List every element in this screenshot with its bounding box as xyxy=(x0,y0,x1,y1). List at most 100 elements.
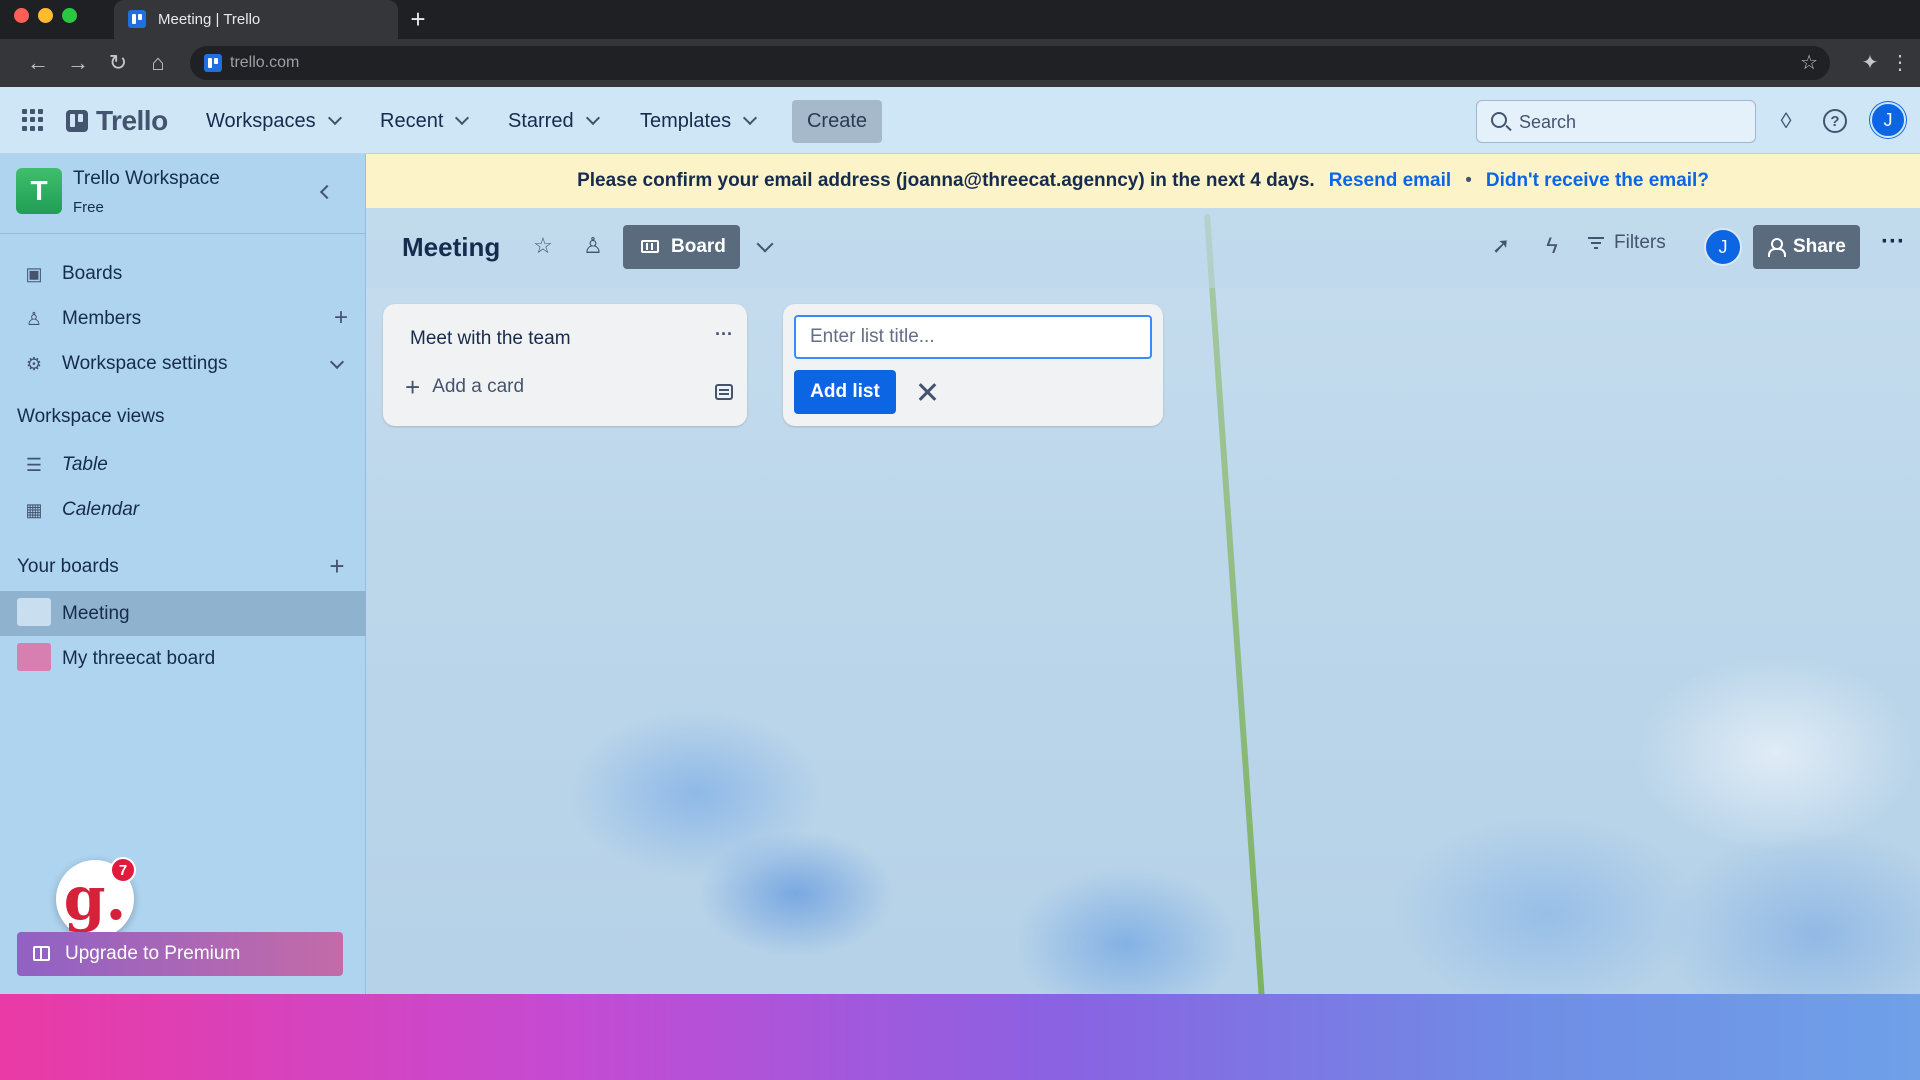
new-tab-button[interactable]: + xyxy=(404,5,432,33)
your-boards-heading: Your boards xyxy=(17,556,119,577)
table-icon: ☰ xyxy=(25,455,43,475)
card-template-icon[interactable] xyxy=(715,384,733,400)
sidebar-board-my-threecat-board[interactable]: My threecat board xyxy=(0,636,366,681)
trello-logo-icon xyxy=(66,110,88,132)
automation-lightning-icon[interactable]: ϟ xyxy=(1538,232,1566,260)
nav-recent[interactable]: Recent xyxy=(374,105,473,137)
list-title-input[interactable] xyxy=(794,315,1152,359)
reload-icon[interactable]: ↻ xyxy=(104,49,132,77)
gear-icon: ⚙ xyxy=(25,354,43,374)
app-switcher-icon[interactable] xyxy=(22,109,44,131)
browser-menu-icon[interactable]: ⋮ xyxy=(1890,49,1910,77)
workspace-logo: T xyxy=(16,168,62,214)
back-icon[interactable]: ← xyxy=(24,49,52,77)
nav-templates[interactable]: Templates xyxy=(634,105,761,137)
list-title[interactable]: Meet with the team xyxy=(410,328,571,350)
sidebar-item-label: Calendar xyxy=(62,499,140,520)
home-icon[interactable]: ⌂ xyxy=(144,49,172,77)
browser-tab-bar: Meeting | Trello + xyxy=(0,0,1920,39)
workspace-name[interactable]: Trello Workspace xyxy=(73,168,220,190)
banner-message: Please confirm your email address (joann… xyxy=(577,170,1315,191)
power-ups-rocket-icon[interactable]: ➚ xyxy=(1487,232,1515,260)
board-thumbnail xyxy=(17,643,51,671)
board-thumbnail xyxy=(17,598,51,626)
board-menu-button[interactable]: ··· xyxy=(1878,230,1908,260)
forward-icon[interactable]: → xyxy=(64,49,92,77)
bottom-gradient-strip xyxy=(0,994,1920,1080)
board-member-avatar[interactable]: J xyxy=(1704,228,1742,266)
add-member-icon[interactable]: + xyxy=(330,306,352,330)
extensions-puzzle-icon[interactable]: ✦ xyxy=(1856,49,1884,77)
bookmark-star-icon[interactable]: ☆ xyxy=(1800,50,1818,75)
create-button[interactable]: Create xyxy=(792,100,882,143)
workspace-visibility-icon[interactable]: ♙ xyxy=(579,232,607,260)
nav-workspaces[interactable]: Workspaces xyxy=(200,105,346,137)
collapse-sidebar-icon[interactable] xyxy=(316,182,336,202)
sidebar-item-boards[interactable]: ▣ Boards xyxy=(0,253,366,295)
add-list-button[interactable]: Add list xyxy=(794,370,896,414)
window-minimize-button[interactable] xyxy=(38,8,53,23)
sidebar-board-label: Meeting xyxy=(62,602,130,624)
workspace-header: T Trello Workspace Free xyxy=(0,154,366,234)
add-person-icon xyxy=(1767,237,1786,257)
nav-starred[interactable]: Starred xyxy=(502,105,604,137)
filter-icon xyxy=(1588,237,1604,249)
sidebar-item-members[interactable]: ♙ Members + xyxy=(0,298,366,340)
close-icon[interactable] xyxy=(915,380,939,404)
trello-logo-text: Trello xyxy=(96,105,168,136)
workspace-plan: Free xyxy=(73,199,104,216)
chevron-down-icon xyxy=(455,110,470,126)
tab-title: Meeting | Trello xyxy=(158,11,261,28)
board-view-icon xyxy=(641,240,659,253)
sidebar-item-label: Table xyxy=(62,454,108,475)
add-card-button[interactable]: + Add a card xyxy=(405,372,525,402)
board-title[interactable]: Meeting xyxy=(402,232,500,263)
share-button[interactable]: Share xyxy=(1753,225,1860,269)
sidebar-item-table[interactable]: ☰ Table xyxy=(0,444,366,486)
sidebar-item-workspace-settings[interactable]: ⚙ Workspace settings xyxy=(0,343,366,385)
nav-starred-label: Starred xyxy=(508,109,574,132)
nav-recent-label: Recent xyxy=(380,109,444,132)
chevron-down-icon xyxy=(743,110,758,126)
sidebar-board-meeting[interactable]: Meeting xyxy=(0,591,366,636)
chevron-down-icon[interactable] xyxy=(756,235,774,253)
address-bar[interactable]: trello.com ☆ xyxy=(190,46,1830,80)
filters-button[interactable]: Filters xyxy=(1588,232,1666,254)
nav-templates-label: Templates xyxy=(640,109,732,132)
window-maximize-button[interactable] xyxy=(62,8,77,23)
browser-tab[interactable]: Meeting | Trello xyxy=(114,0,398,39)
board-view-label: Board xyxy=(671,236,726,257)
email-confirmation-banner: Please confirm your email address (joann… xyxy=(366,154,1920,208)
sidebar-item-label: Boards xyxy=(62,263,123,284)
window-close-button[interactable] xyxy=(14,8,29,23)
background-flower-stem xyxy=(1204,213,1266,994)
list-column: Meet with the team ··· + Add a card xyxy=(383,304,747,426)
board-view-button[interactable]: Board xyxy=(623,225,740,269)
sidebar-board-label: My threecat board xyxy=(62,647,216,669)
url-text: trello.com xyxy=(230,54,300,71)
trello-logo[interactable]: Trello xyxy=(66,104,168,138)
upgrade-premium-button[interactable]: Upgrade to Premium xyxy=(17,932,343,976)
calendar-icon: ▦ xyxy=(25,500,43,520)
trello-header: Trello Workspaces Recent Starred Templat… xyxy=(0,87,1920,154)
star-icon[interactable]: ☆ xyxy=(529,232,557,260)
notifications-icon[interactable]: ◊ xyxy=(1770,105,1802,137)
search-input[interactable]: Search xyxy=(1476,100,1756,143)
help-icon[interactable]: ? xyxy=(1823,109,1847,133)
add-card-label: Add a card xyxy=(432,376,525,397)
board-header: Meeting ☆ ♙ Board ➚ ϟ Filters J Share ··… xyxy=(366,208,1920,288)
sidebar-item-label: Members xyxy=(62,308,142,329)
list-actions-button[interactable]: ··· xyxy=(715,324,733,345)
chevron-down-icon xyxy=(585,110,600,126)
boards-icon: ▣ xyxy=(25,264,43,284)
plus-icon: + xyxy=(405,372,421,402)
board-canvas: Please confirm your email address (joann… xyxy=(366,154,1920,994)
email-not-received-link[interactable]: Didn't receive the email? xyxy=(1486,170,1709,192)
add-board-icon[interactable]: + xyxy=(326,553,348,579)
resend-email-link[interactable]: Resend email xyxy=(1329,170,1452,192)
sidebar-item-calendar[interactable]: ▦ Calendar xyxy=(0,489,366,531)
chevron-down-icon xyxy=(327,110,342,126)
share-label: Share xyxy=(1793,236,1846,257)
account-avatar[interactable]: J xyxy=(1870,102,1906,138)
search-placeholder: Search xyxy=(1519,112,1577,132)
